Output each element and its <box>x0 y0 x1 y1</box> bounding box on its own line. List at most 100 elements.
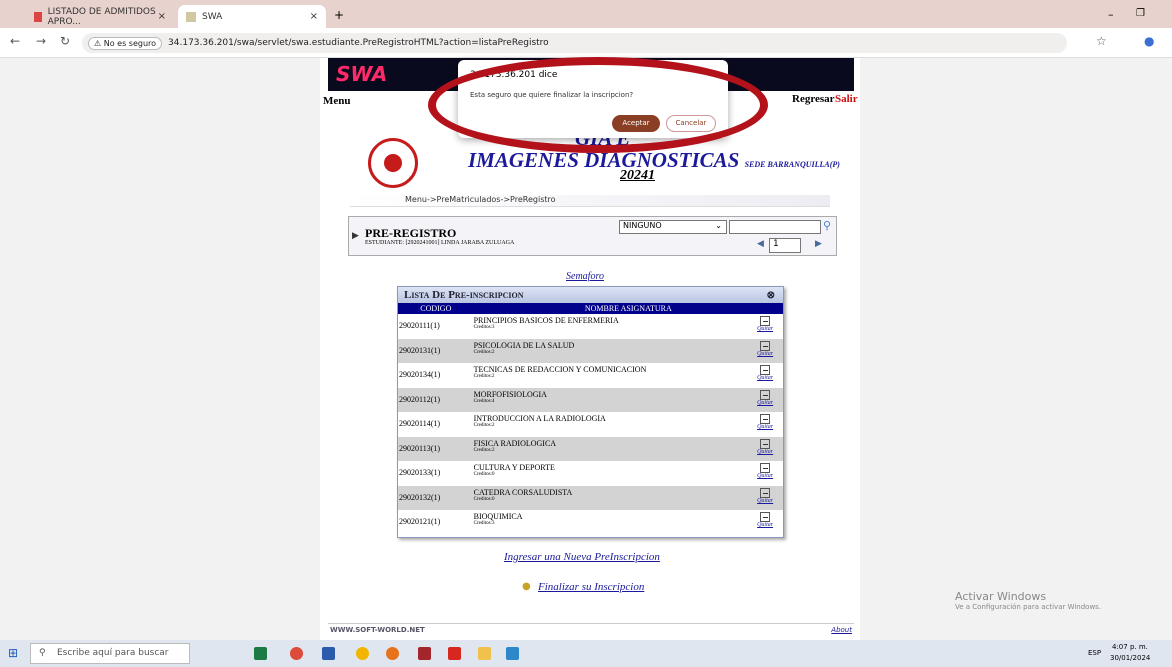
firefox-icon[interactable] <box>386 647 399 660</box>
course-cell: TECNICAS DE REDACCION Y COMUNICACION Cred… <box>474 363 748 388</box>
remove-link[interactable]: Quitar <box>757 375 773 381</box>
semaforo-link[interactable]: Semaforo <box>566 271 604 282</box>
close-tab-icon[interactable]: × <box>158 11 166 22</box>
profile-icon[interactable]: ● <box>1144 34 1154 48</box>
highlight-ring <box>428 57 768 153</box>
remove-link[interactable]: Quitar <box>757 473 773 479</box>
column-headers: CODIGO NOMBRE ASIGNATURA <box>398 303 783 314</box>
logo-mark <box>384 154 402 172</box>
remove-cell[interactable]: Quitar <box>747 314 783 339</box>
course-code: 29020134(1) <box>399 370 441 379</box>
new-prereg-link[interactable]: Ingresar una Nueva PreInscripcion <box>504 551 660 563</box>
next-page-icon[interactable]: ▶ <box>815 239 822 249</box>
url-field[interactable]: ⚠ No es seguro 34.173.36.201/swa/servlet… <box>82 33 1067 53</box>
course-name: PSICOLOGIA DE LA SALUD <box>473 340 575 350</box>
course-name: CATEDRA CORSALUDISTA <box>473 487 573 497</box>
remove-link[interactable]: Quitar <box>757 498 773 504</box>
preregistro-panel: ▶ PRE-REGISTRO ESTUDIANTE: [2920241001] … <box>348 216 837 256</box>
address-bar: ← → ↻ ⚠ No es seguro 34.173.36.201/swa/s… <box>0 28 1172 58</box>
remove-cell[interactable]: Quitar <box>747 486 783 511</box>
chrome-icon[interactable] <box>290 647 303 660</box>
regresar-link[interactable]: Regresar <box>792 93 835 105</box>
tray-date[interactable]: 30/01/2024 <box>1110 654 1150 662</box>
reload-icon[interactable]: ↻ <box>60 34 70 48</box>
page-number-field[interactable]: 1 <box>769 238 801 253</box>
remove-link[interactable]: Quitar <box>757 400 773 406</box>
remove-cell[interactable]: Quitar <box>747 461 783 486</box>
sede-label: SEDE BARRANQUILLA(P) <box>744 160 840 169</box>
taskbar-search[interactable]: ⚲ Escribe aquí para buscar <box>30 643 190 664</box>
course-credits: Creditos:4 <box>473 398 495 404</box>
filter-select[interactable]: NINGUNO ⌄ <box>619 220 727 234</box>
edge-icon[interactable] <box>506 647 519 660</box>
back-icon[interactable]: ← <box>10 34 20 48</box>
tab-admitidos[interactable]: LISTADO DE ADMITIDOS APRO... × <box>26 5 174 28</box>
course-credits: Creditos:3 <box>473 521 495 526</box>
minus-icon[interactable] <box>760 438 771 449</box>
maximize-button[interactable]: ❐ <box>1136 8 1145 19</box>
minus-icon[interactable] <box>760 340 771 351</box>
minimize-button[interactable]: – <box>1108 8 1114 21</box>
remove-link[interactable]: Quitar <box>757 326 773 332</box>
remove-link[interactable]: Quitar <box>757 449 773 455</box>
minus-icon[interactable] <box>760 512 771 522</box>
course-credits: Creditos:2 <box>473 349 495 355</box>
minus-icon[interactable] <box>760 316 771 326</box>
remove-cell[interactable]: Quitar <box>747 388 783 413</box>
minus-icon[interactable] <box>760 487 771 498</box>
remove-cell[interactable]: Quitar <box>747 510 783 535</box>
table-row: 29020131(1) PSICOLOGIA DE LA SALUD Credito… <box>398 338 783 364</box>
lock-icon: ● <box>522 581 531 592</box>
remove-cell[interactable]: Quitar <box>747 412 783 437</box>
course-name: TECNICAS DE REDACCION Y COMUNICACION <box>473 365 647 374</box>
word-icon[interactable] <box>322 647 335 660</box>
course-name: CULTURA Y DEPORTE <box>473 463 555 472</box>
tray-language[interactable]: ESP <box>1088 649 1101 657</box>
prev-page-icon[interactable]: ◀ <box>757 239 764 249</box>
course-name: FISICA RADIOLOGICA <box>473 438 557 448</box>
file-explorer-icon[interactable] <box>478 647 491 660</box>
menu-link[interactable]: Menu <box>323 95 351 107</box>
url-text: 34.173.36.201/swa/servlet/swa.estudiante… <box>168 38 549 48</box>
course-cell: CATEDRA CORSALUDISTA Creditos:0 <box>474 486 748 511</box>
about-link[interactable]: About <box>831 626 852 634</box>
tray-time[interactable]: 4:07 p. m. <box>1112 643 1148 651</box>
star-icon[interactable]: ☆ <box>1096 34 1107 48</box>
search-input[interactable] <box>729 220 821 234</box>
remove-link[interactable]: Quitar <box>757 424 773 430</box>
tab-label: SWA <box>202 11 223 22</box>
remove-cell[interactable]: Quitar <box>747 437 783 462</box>
excel-icon[interactable] <box>254 647 267 660</box>
acrobat-icon[interactable] <box>448 647 461 660</box>
minus-icon[interactable] <box>760 463 771 473</box>
salir-link[interactable]: Salir <box>835 93 858 105</box>
breadcrumb: Menu->PreMatriculados->PreRegistro <box>350 195 830 207</box>
course-credits: Creditos:2 <box>473 447 495 453</box>
security-badge[interactable]: ⚠ No es seguro <box>88 36 163 50</box>
watermark-subtitle: Ve a Configuración para activar Windows. <box>955 603 1102 611</box>
tab-swa[interactable]: SWA × <box>178 5 326 28</box>
remove-link[interactable]: Quitar <box>757 522 773 528</box>
finalize-link[interactable]: Finalizar su Inscripcion <box>538 581 644 593</box>
remove-link[interactable]: Quitar <box>757 351 773 357</box>
collapse-icon[interactable]: ⊗ <box>767 288 775 304</box>
course-cell: BIOQUIMICA Creditos:3 <box>474 510 748 535</box>
minus-icon[interactable] <box>760 389 771 400</box>
search-icon[interactable]: ⚲ <box>823 219 831 232</box>
access-icon[interactable] <box>418 647 431 660</box>
close-tab-icon[interactable]: × <box>310 11 318 22</box>
security-label: No es seguro <box>103 38 157 48</box>
col-code: CODIGO <box>420 304 452 313</box>
windows-start-icon[interactable]: ⊞ <box>8 646 18 660</box>
remove-cell[interactable]: Quitar <box>747 363 783 388</box>
forward-icon[interactable]: → <box>36 34 46 48</box>
remove-cell[interactable]: Quitar <box>747 339 783 364</box>
course-cell: FISICA RADIOLOGICA Creditos:2 <box>474 437 748 462</box>
new-tab-button[interactable]: + <box>334 8 344 22</box>
minus-icon[interactable] <box>760 414 771 424</box>
course-cell: CULTURA Y DEPORTE Creditos:0 <box>474 461 748 486</box>
chrome-icon[interactable] <box>356 647 369 660</box>
minus-icon[interactable] <box>760 365 771 375</box>
course-cell: MORFOFISIOLOGIA Creditos:4 <box>474 388 748 413</box>
browser-tab-bar: LISTADO DE ADMITIDOS APRO... × SWA × + –… <box>0 0 1172 28</box>
